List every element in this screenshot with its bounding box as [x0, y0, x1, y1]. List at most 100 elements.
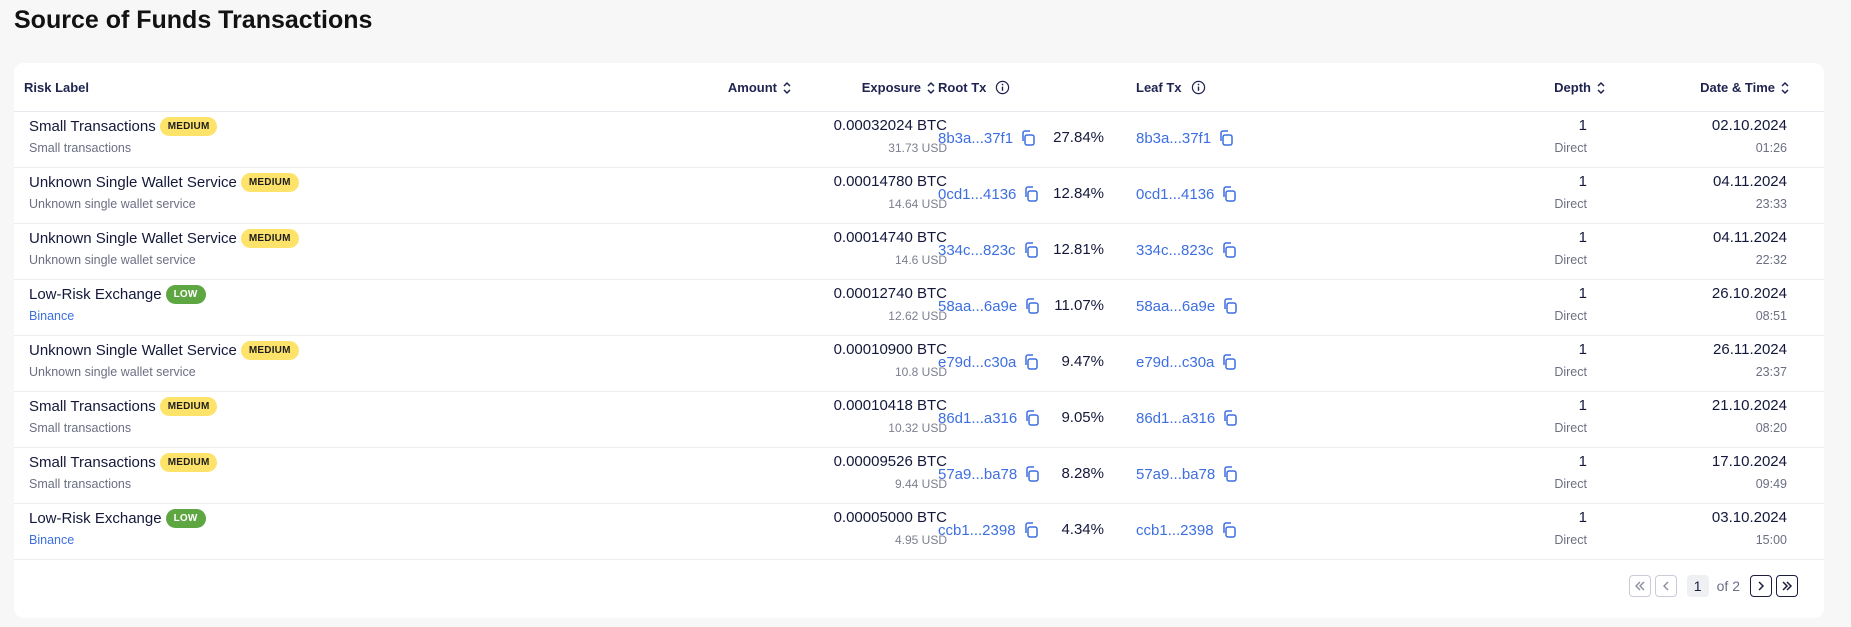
- copy-icon[interactable]: [1221, 409, 1239, 427]
- entity-subtitle[interactable]: Binance: [29, 309, 74, 323]
- column-header-depth[interactable]: Depth: [1554, 80, 1606, 95]
- column-header-amount[interactable]: Amount: [728, 80, 792, 95]
- leaf-tx-link[interactable]: 0cd1...4136: [1136, 186, 1214, 203]
- date-value: 26.11.2024: [1713, 341, 1787, 358]
- next-page-button[interactable]: [1750, 575, 1772, 597]
- table-row[interactable]: Low-Risk Exchange LOW Binance 0.00012740 BT…: [14, 279, 1824, 336]
- copy-icon[interactable]: [1220, 353, 1238, 371]
- last-page-button[interactable]: [1776, 575, 1798, 597]
- root-tx-link[interactable]: 57a9...ba78: [938, 466, 1017, 483]
- sort-icon[interactable]: [926, 81, 936, 95]
- entity-subtitle: Unknown single wallet service: [29, 365, 196, 379]
- entity-name: Low-Risk Exchange: [29, 286, 162, 303]
- root-tx-cell: 57a9...ba78: [938, 465, 1041, 483]
- leaf-tx-link[interactable]: 334c...823c: [1136, 242, 1214, 259]
- root-tx-link[interactable]: 0cd1...4136: [938, 186, 1016, 203]
- depth-value: 1: [1578, 509, 1587, 526]
- depth-type: Direct: [1554, 421, 1587, 435]
- copy-icon[interactable]: [1022, 521, 1040, 539]
- risk-label-cell: Unknown Single Wallet Service MEDIUM: [29, 229, 299, 248]
- copy-icon[interactable]: [1023, 297, 1041, 315]
- table-row[interactable]: Unknown Single Wallet Service MEDIUM Unkno…: [14, 335, 1824, 392]
- previous-page-button[interactable]: [1654, 575, 1677, 597]
- depth-value: 1: [1578, 453, 1587, 470]
- leaf-tx-cell: 0cd1...4136: [1136, 185, 1238, 203]
- copy-icon[interactable]: [1221, 297, 1239, 315]
- depth-value: 1: [1578, 397, 1587, 414]
- leaf-tx-link[interactable]: ccb1...2398: [1136, 522, 1214, 539]
- entity-subtitle[interactable]: Binance: [29, 533, 74, 547]
- copy-icon[interactable]: [1220, 241, 1238, 259]
- root-tx-link[interactable]: ccb1...2398: [938, 522, 1016, 539]
- copy-icon[interactable]: [1022, 353, 1040, 371]
- column-header-label: Root Tx: [938, 80, 987, 95]
- amount-btc: 0.00014740 BTC: [833, 229, 947, 246]
- date-value: 26.10.2024: [1711, 285, 1787, 302]
- root-tx-link[interactable]: e79d...c30a: [938, 354, 1016, 371]
- time-value: 23:33: [1755, 197, 1787, 211]
- root-tx-link[interactable]: 58aa...6a9e: [938, 298, 1017, 315]
- exposure-value: 11.07%: [1054, 297, 1104, 314]
- root-tx-cell: 58aa...6a9e: [938, 297, 1041, 315]
- risk-label-cell: Low-Risk Exchange LOW: [29, 509, 206, 528]
- risk-label-cell: Low-Risk Exchange LOW: [29, 285, 206, 304]
- sort-icon[interactable]: [1780, 81, 1790, 95]
- root-tx-link[interactable]: 8b3a...37f1: [938, 130, 1013, 147]
- leaf-tx-cell: 86d1...a316: [1136, 409, 1239, 427]
- table-row[interactable]: Unknown Single Wallet Service MEDIUM Unkno…: [14, 167, 1824, 224]
- risk-badge: MEDIUM: [159, 453, 218, 472]
- exposure-value: 12.81%: [1053, 241, 1104, 258]
- table-row[interactable]: Unknown Single Wallet Service MEDIUM Unkno…: [14, 223, 1824, 280]
- copy-icon[interactable]: [1220, 521, 1238, 539]
- leaf-tx-cell: ccb1...2398: [1136, 521, 1238, 539]
- copy-icon[interactable]: [1019, 129, 1037, 147]
- copy-icon[interactable]: [1023, 409, 1041, 427]
- leaf-tx-link[interactable]: 8b3a...37f1: [1136, 130, 1211, 147]
- copy-icon[interactable]: [1217, 129, 1235, 147]
- exposure-value: 9.05%: [1061, 409, 1104, 426]
- column-header-label: Exposure: [861, 80, 921, 95]
- copy-icon[interactable]: [1022, 241, 1040, 259]
- amount-btc: 0.00010900 BTC: [833, 341, 947, 358]
- leaf-tx-link[interactable]: 58aa...6a9e: [1136, 298, 1215, 315]
- time-value: 09:49: [1755, 477, 1787, 491]
- table-row[interactable]: Small Transactions MEDIUM Small transactio…: [14, 391, 1824, 448]
- info-icon[interactable]: [1191, 80, 1206, 95]
- entity-subtitle: Small transactions: [29, 141, 132, 155]
- column-header-date-time[interactable]: Date & Time: [1700, 80, 1790, 95]
- root-tx-cell: e79d...c30a: [938, 353, 1040, 371]
- entity-name: Small Transactions: [29, 454, 156, 471]
- entity-name: Unknown Single Wallet Service: [29, 342, 237, 359]
- column-header-exposure[interactable]: Exposure: [862, 80, 936, 95]
- column-header-label: Date & Time: [1700, 80, 1775, 95]
- current-page-number[interactable]: 1: [1686, 575, 1709, 597]
- first-page-button[interactable]: [1628, 575, 1651, 597]
- copy-icon[interactable]: [1220, 185, 1238, 203]
- root-tx-cell: ccb1...2398: [938, 521, 1040, 539]
- table-row[interactable]: Small Transactions MEDIUM Small transactio…: [14, 447, 1824, 504]
- leaf-tx-link[interactable]: 86d1...a316: [1136, 410, 1215, 427]
- info-icon[interactable]: [995, 80, 1010, 95]
- root-tx-cell: 86d1...a316: [938, 409, 1041, 427]
- depth-type: Direct: [1554, 197, 1587, 211]
- time-value: 23:37: [1755, 365, 1787, 379]
- root-tx-link[interactable]: 334c...823c: [938, 242, 1016, 259]
- sort-icon[interactable]: [1596, 81, 1606, 95]
- date-value: 04.11.2024: [1713, 173, 1787, 190]
- exposure-value: 9.47%: [1061, 353, 1104, 370]
- table-row[interactable]: Small Transactions MEDIUM Small transactio…: [14, 111, 1824, 168]
- root-tx-link[interactable]: 86d1...a316: [938, 410, 1017, 427]
- copy-icon[interactable]: [1221, 465, 1239, 483]
- table-row[interactable]: Low-Risk Exchange LOW Binance 0.00005000 BT…: [14, 503, 1824, 560]
- leaf-tx-link[interactable]: e79d...c30a: [1136, 354, 1214, 371]
- sort-icon[interactable]: [782, 81, 792, 95]
- copy-icon[interactable]: [1023, 465, 1041, 483]
- copy-icon[interactable]: [1022, 185, 1040, 203]
- depth-value: 1: [1578, 341, 1587, 358]
- risk-badge: MEDIUM: [240, 341, 299, 360]
- leaf-tx-link[interactable]: 57a9...ba78: [1136, 466, 1215, 483]
- risk-label-cell: Unknown Single Wallet Service MEDIUM: [29, 341, 299, 360]
- depth-type: Direct: [1554, 309, 1587, 323]
- risk-badge: MEDIUM: [240, 229, 299, 248]
- date-value: 17.10.2024: [1711, 453, 1787, 470]
